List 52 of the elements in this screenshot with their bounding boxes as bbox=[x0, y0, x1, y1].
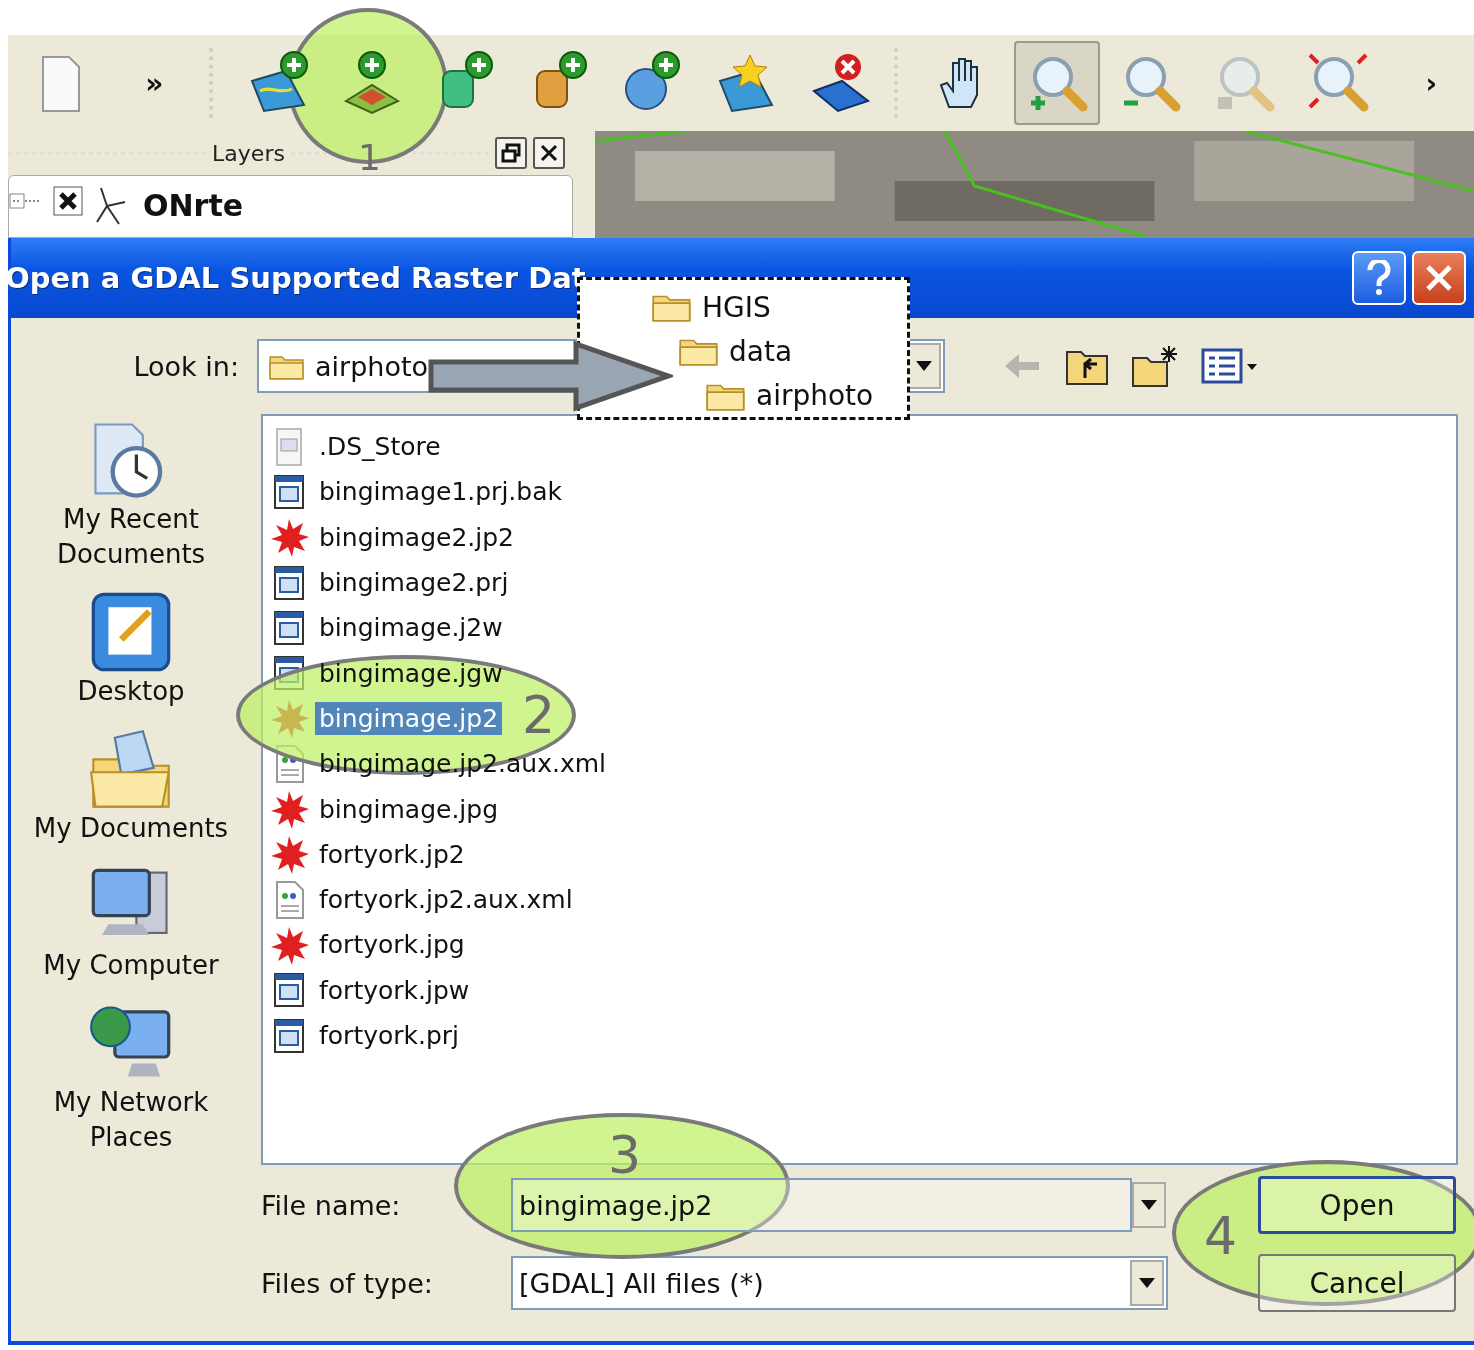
restore-button[interactable] bbox=[495, 137, 527, 169]
step-number: 2 bbox=[522, 687, 556, 743]
restore-icon bbox=[501, 143, 521, 163]
folder-name: airphoto bbox=[756, 379, 874, 413]
close-icon bbox=[1425, 264, 1453, 292]
documents-folder-icon bbox=[89, 727, 173, 811]
dropdown-button[interactable] bbox=[1132, 1182, 1166, 1228]
splat-file-icon bbox=[269, 789, 309, 829]
places-bar-item[interactable]: My Documents bbox=[16, 727, 246, 846]
file-item[interactable]: bingimage.jp2 bbox=[315, 701, 503, 735]
look-in-label: Look in: bbox=[132, 350, 239, 382]
close-button[interactable] bbox=[533, 137, 565, 169]
file-item[interactable]: bingimage2.prj bbox=[315, 566, 513, 600]
file-item[interactable]: bingimage2.jp2 bbox=[315, 520, 518, 554]
cancel-button[interactable]: Cancel bbox=[1258, 1254, 1456, 1312]
caret-icon bbox=[1138, 1277, 1156, 1289]
overflow-button[interactable]: › bbox=[1388, 41, 1474, 125]
file-item[interactable]: bingimage.j2w bbox=[315, 611, 507, 645]
file-item[interactable]: fortyork.jp2 bbox=[315, 837, 469, 871]
folder-name: data bbox=[729, 335, 793, 368]
file-type-label: Files of type: bbox=[261, 1267, 434, 1299]
file-item[interactable]: bingimage.jgw bbox=[315, 656, 507, 690]
file-type-dropdown[interactable]: [GDAL] All files (*) bbox=[511, 1256, 1168, 1310]
help-button[interactable] bbox=[1352, 251, 1406, 305]
file-item[interactable]: bingimage.jp2.aux.xml bbox=[315, 747, 610, 781]
step-number: 4 bbox=[1204, 1208, 1238, 1264]
file-item[interactable]: fortyork.jpw bbox=[315, 973, 474, 1007]
places-bar-item[interactable]: Desktop bbox=[16, 590, 246, 709]
overflow-button[interactable]: » bbox=[111, 41, 198, 125]
file-item[interactable]: fortyork.jpg bbox=[315, 928, 469, 962]
close-icon bbox=[539, 143, 559, 163]
file-item[interactable]: fortyork.jp2.aux.xml bbox=[315, 883, 577, 917]
help-icon bbox=[1367, 260, 1391, 296]
caret-icon bbox=[1140, 1199, 1158, 1211]
places-bar-item[interactable]: My Network Places bbox=[16, 1001, 246, 1155]
splat-file-icon bbox=[269, 834, 309, 875]
places-bar-item[interactable]: My Computer bbox=[16, 864, 246, 983]
new-folder-icon[interactable] bbox=[1131, 344, 1179, 388]
file-item[interactable]: bingimage.jpg bbox=[315, 792, 503, 826]
panel-title: Layers bbox=[212, 140, 285, 166]
caret-icon bbox=[915, 360, 933, 372]
open-button[interactable]: Open bbox=[1258, 1176, 1456, 1234]
file-item[interactable]: .DS_Store bbox=[315, 430, 445, 464]
file-item[interactable]: bingimage1.prj.bak bbox=[315, 475, 566, 509]
visibility-checkbox[interactable] bbox=[53, 186, 83, 216]
places-bar-item[interactable]: My Recent Documents bbox=[16, 418, 246, 572]
splat-file-icon bbox=[269, 517, 309, 558]
file-item[interactable]: fortyork.prj bbox=[315, 1019, 464, 1052]
folder-name: HGIS bbox=[702, 290, 771, 324]
file-name-label: File name: bbox=[261, 1189, 402, 1221]
layer-name[interactable]: ONrte bbox=[143, 186, 244, 226]
desktop-icon bbox=[89, 590, 173, 674]
